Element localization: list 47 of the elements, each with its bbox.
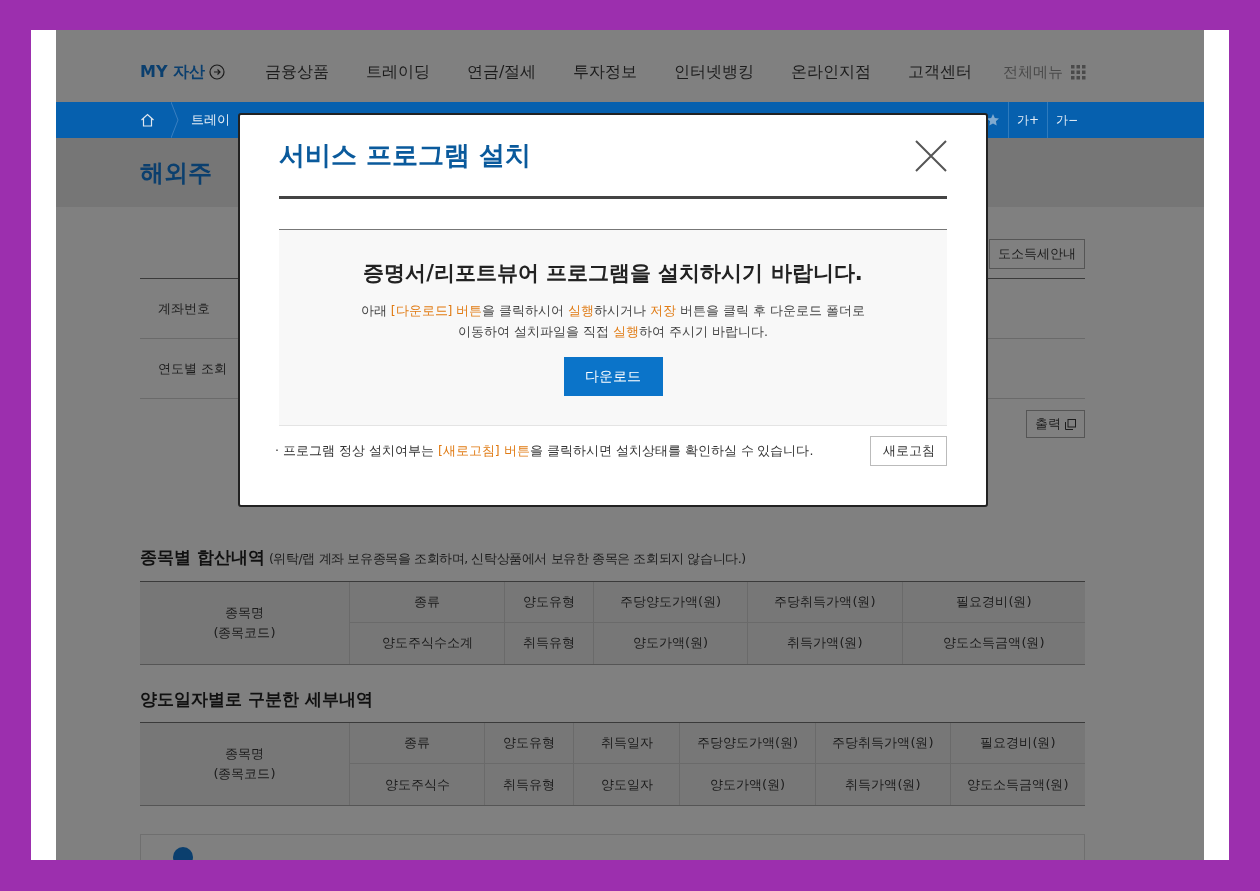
table-header-cell: 취득유형 xyxy=(485,764,574,805)
table-header-cell: 주당양도가액(원) xyxy=(594,581,748,622)
nav-menu-item[interactable]: 온라인지점 xyxy=(791,60,872,84)
table-header-cell: 취득일자 xyxy=(574,723,680,763)
section-title: 종목별 합산내역 xyxy=(140,546,265,569)
download-button[interactable]: 다운로드 xyxy=(563,356,663,396)
table-header-cell: 주당취득가액(원) xyxy=(816,723,951,763)
table-header-cell: 주당양도가액(원) xyxy=(680,723,816,763)
breadcrumb-link[interactable]: 트레이 xyxy=(191,110,230,130)
my-asset-link[interactable]: MY 자산 xyxy=(140,60,206,84)
table-header-cell: 취득가액(원) xyxy=(748,622,903,664)
table-header-cell: 양도주식수 xyxy=(350,764,485,805)
table-header-cell: 양도가액(원) xyxy=(680,764,816,805)
table-header-cell: 종목명 (종목코드) xyxy=(140,723,350,805)
page-title: 해외주 xyxy=(140,157,212,189)
section-note: (위탁/랩 계좌 보유종목을 조회하며, 신탁상품에서 보유한 종목은 조회되지 않습니다.) xyxy=(268,550,746,568)
refresh-button[interactable]: 새로고침 xyxy=(870,436,947,466)
table-header-cell: 양도유형 xyxy=(485,723,574,763)
dialog-title: 서비스 프로그램 설치 xyxy=(279,139,532,172)
table-header-cell: 종목명 (종목코드) xyxy=(140,581,350,664)
guide-button[interactable]: 도소득세안내 xyxy=(989,239,1085,269)
form-label: 연도별 조회 xyxy=(158,359,228,378)
table-header-cell: 취득가액(원) xyxy=(816,764,951,805)
print-button[interactable]: 출력 xyxy=(1026,410,1085,438)
table-header-cell: 양도일자 xyxy=(574,764,680,805)
table-header-cell: 종류 xyxy=(350,581,505,622)
table-header-cell: 종류 xyxy=(350,723,485,763)
table-header-cell-text: 양도소득금액(원) xyxy=(942,634,1046,653)
table-header-cell-text: 필요경비(원) xyxy=(955,592,1033,611)
nav-menu-item[interactable]: 인터넷뱅킹 xyxy=(674,60,755,84)
table-header-cell: 취득유형 xyxy=(505,622,594,664)
dialog-note: · 프로그램 정상 설치여부는 [새로고침] 버튼을 클릭하시면 설치상태를 확인하실 수 있습니다. xyxy=(275,441,814,460)
table-header-cell: 양도유형 xyxy=(505,581,594,622)
form-label: 계좌번호 xyxy=(158,299,210,318)
nav-menu-item[interactable]: 트레이딩 xyxy=(366,60,431,84)
nav-menu-item[interactable]: 투자정보 xyxy=(573,60,638,84)
nav-menu-item[interactable]: 고객센터 xyxy=(908,60,973,84)
table-header-cell-text: 양도소득금액(원) xyxy=(966,775,1070,794)
table-header-cell-text: 필요경비(원) xyxy=(979,734,1057,753)
section-title: 양도일자별로 구분한 세부내역 xyxy=(140,687,373,711)
nav-menu-item[interactable]: 금융상품 xyxy=(265,60,330,84)
nav-menu-item[interactable]: 연금/절세 xyxy=(467,60,537,84)
dialog-heading: 증명서/리포트뷰어 프로그램을 설치하시기 바랍니다. xyxy=(363,260,863,287)
table-header-cell: 양도가액(원) xyxy=(594,622,748,664)
table-header-cell: 양도주식수소계 xyxy=(350,622,505,664)
table-header-cell: 주당취득가액(원) xyxy=(748,581,903,622)
dialog-message: 아래 [다운로드] 버튼을 클릭하시어 실행하시거나 저장 버튼을 클릭 후 다운로드 폴더로 이동하여 설치파일을 직접 실행하여 주시기 바랍니다. xyxy=(360,301,866,341)
